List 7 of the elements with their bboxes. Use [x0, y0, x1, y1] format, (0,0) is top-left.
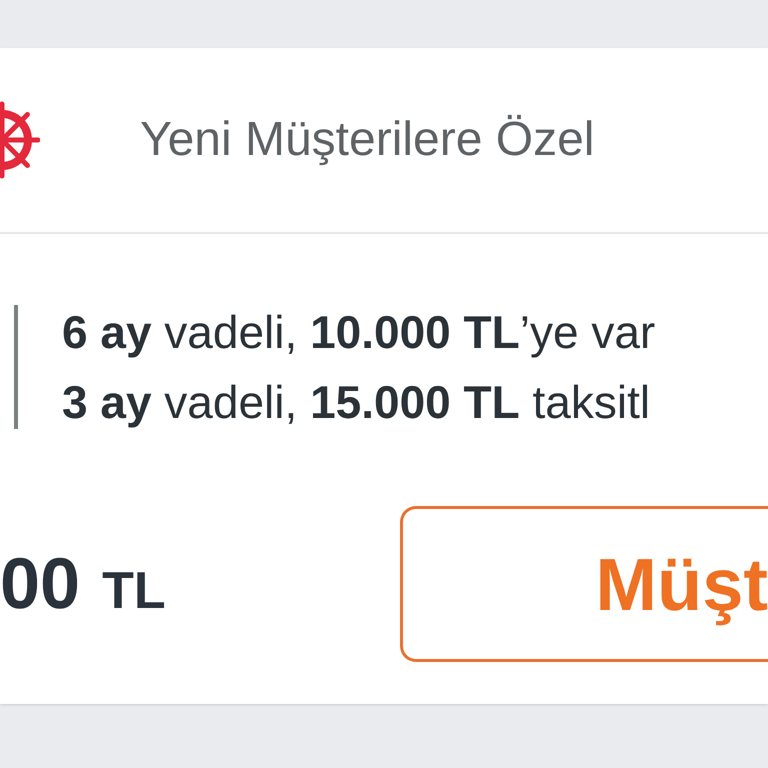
- offer-term: 6 ay vadeli, 10.000 TL’ye var: [62, 305, 656, 359]
- ship-wheel-icon: [0, 100, 40, 180]
- customer-button[interactable]: Müşt: [400, 506, 768, 662]
- card-title: Yeni Müşterilere Özel: [140, 112, 594, 168]
- amount-currency: TL: [102, 561, 166, 622]
- offer-term: 3 ay vadeli, 15.000 TL taksitl: [62, 375, 652, 429]
- amount-value: 00: [0, 543, 80, 626]
